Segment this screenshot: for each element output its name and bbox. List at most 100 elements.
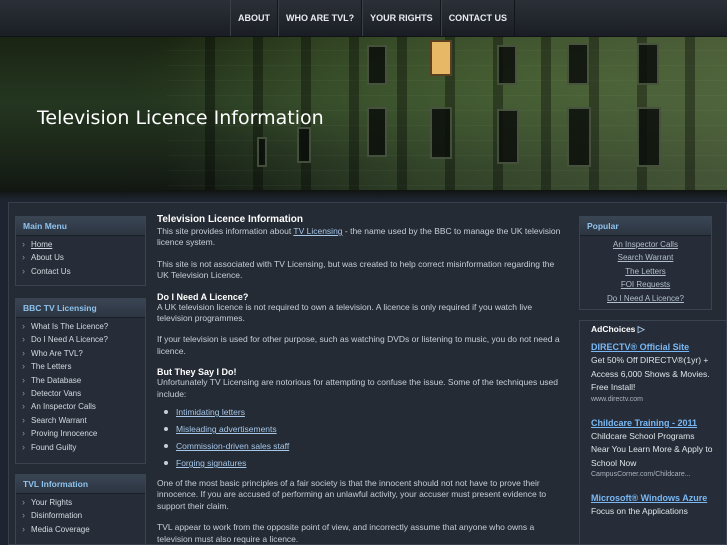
technique-link[interactable]: Misleading advertisements [176,424,277,434]
technique-item[interactable]: Misleading advertisements [163,421,567,438]
adchoices-icon[interactable]: ▷ [638,324,645,335]
bbc-tv-licensing-list: What Is The Licence? Do I Need A Licence… [16,318,145,456]
menu-item-detector-vans[interactable]: Detector Vans [16,388,145,402]
menu-item-media-coverage[interactable]: Media Coverage [16,524,145,538]
window [430,107,452,159]
menu-link[interactable]: Proving Innocence [31,429,97,438]
menu-item-who-are-tvl[interactable]: Who Are TVL? [16,348,145,362]
menu-link[interactable]: Who Are TVL? [31,349,83,358]
ad-title[interactable]: Microsoft® Windows Azure [591,493,715,503]
popular-link[interactable]: FOI Requests [621,280,670,289]
menu-link[interactable]: Found Guilty [31,443,76,452]
popular-list: An Inspector Calls Search Warrant The Le… [580,236,711,307]
menu-link-contact-us[interactable]: Contact Us [31,267,71,276]
ad-url[interactable]: www.directv.com [591,395,715,405]
popular-link[interactable]: The Letters [625,267,665,276]
need-licence-paragraph: A UK television licence is not required … [157,301,533,324]
menu-link-about-us[interactable]: About Us [31,253,64,262]
popular-link[interactable]: Search Warrant [618,253,674,262]
nav-link-who-are-tvl[interactable]: WHO ARE TVL? [286,13,354,23]
popular-item[interactable]: An Inspector Calls [580,240,711,253]
menu-item-what-is-the-licence[interactable]: What Is The Licence? [16,321,145,335]
popular-item[interactable]: FOI Requests [580,280,711,293]
technique-link[interactable]: Commission-driven sales staff [176,441,289,451]
menu-item-the-database[interactable]: The Database [16,375,145,389]
ad-item[interactable]: Childcare Training - 2011 Childcare Scho… [591,418,715,481]
menu-link[interactable]: Search Warrant [31,416,87,425]
menu-item-an-inspector-calls[interactable]: An Inspector Calls [16,401,145,415]
ad-body[interactable]: Focus on the Applications [591,505,715,519]
technique-item[interactable]: Forging signatures [163,455,567,472]
window [567,107,591,167]
menu-item-proving-innocence[interactable]: Proving Innocence [16,428,145,442]
tvl-view-paragraph: TVL appear to work from the opposite poi… [157,522,535,544]
window [637,43,659,85]
window [257,137,267,167]
adchoices-label[interactable]: AdChoices ▷ [591,324,715,335]
popular-link[interactable]: An Inspector Calls [613,240,678,249]
main-menu-list: Home About Us Contact Us [16,236,145,280]
bbc-tv-licensing-box: BBC TV Licensing What Is The Licence? Do… [15,298,146,464]
ad-title[interactable]: DIRECTV® Official Site [591,342,715,352]
menu-item-about-us[interactable]: About Us [16,252,145,266]
technique-link[interactable]: Forging signatures [176,458,246,468]
intro-text-before: This site provides information about [157,226,294,236]
menu-link-home[interactable]: Home [31,240,52,249]
menu-item-search-warrant[interactable]: Search Warrant [16,415,145,429]
menu-link[interactable]: The Database [31,376,81,385]
technique-item[interactable]: Commission-driven sales staff [163,438,567,455]
menu-link[interactable]: Do I Need A Licence? [31,335,108,344]
nav-item-contact-us[interactable]: CONTACT US [440,0,516,36]
nav-item-about[interactable]: ABOUT [230,0,278,36]
technique-item[interactable]: Intimidating letters [163,404,567,421]
ad-item[interactable]: DIRECTV® Official Site Get 50% Off DIREC… [591,342,715,405]
popular-link[interactable]: Do I Need A Licence? [607,294,684,303]
nav-link-contact-us[interactable]: CONTACT US [449,13,507,23]
banner-fade [0,190,727,200]
menu-link[interactable]: Disinformation [31,511,82,520]
menu-link[interactable]: The Letters [31,362,71,371]
window [497,45,517,85]
menu-link[interactable]: Media Coverage [31,525,90,534]
popular-item[interactable]: Search Warrant [580,253,711,266]
window [367,107,387,157]
menu-link[interactable]: Detector Vans [31,389,81,398]
menu-item-home[interactable]: Home [16,239,145,253]
nav-item-your-rights[interactable]: YOUR RIGHTS [362,0,441,36]
ad-body[interactable]: Get 50% Off DIRECTV®(1yr) + Access 6,000… [591,354,715,395]
popular-item[interactable]: The Letters [580,267,711,280]
menu-item-found-guilty[interactable]: Found Guilty [16,441,145,456]
main-menu-box: Main Menu Home About Us Contact Us [15,216,146,286]
ad-title[interactable]: Childcare Training - 2011 [591,418,715,428]
intro-paragraph: This site provides information about TV … [157,226,567,249]
ad-url[interactable]: CampusCorner.com/Childcare... [591,470,715,480]
header-banner: Television Licence Information [0,37,727,200]
ad-body[interactable]: Childcare School Programs Near You Learn… [591,430,715,471]
menu-link[interactable]: Your Rights [31,498,72,507]
adchoices-text[interactable]: AdChoices [591,324,635,334]
disclaimer-paragraph: This site is not associated with TV Lice… [157,258,555,281]
tv-licensing-link[interactable]: TV Licensing [293,226,342,236]
menu-link[interactable]: What Is The Licence? [31,322,108,331]
content-title: Television Licence Information [157,214,303,225]
menu-item-the-letters[interactable]: The Letters [16,361,145,375]
popular-item[interactable]: Do I Need A Licence? [580,294,711,307]
window [497,109,519,164]
window [567,43,589,85]
ad-item[interactable]: Microsoft® Windows Azure Focus on the Ap… [591,493,715,519]
other-use-paragraph: If your television is used for other pur… [157,334,560,356]
technique-link[interactable]: Intimidating letters [176,407,245,417]
nav-link-your-rights[interactable]: YOUR RIGHTS [370,13,433,23]
menu-item-disinformation[interactable]: Disinformation [16,510,145,524]
menu-link[interactable]: An Inspector Calls [31,402,96,411]
popular-box: Popular An Inspector Calls Search Warran… [579,216,712,310]
nav-link-about[interactable]: ABOUT [238,13,270,23]
menu-item-your-rights[interactable]: Your Rights [16,497,145,511]
menu-item-do-i-need-a-licence[interactable]: Do I Need A Licence? [16,334,145,348]
window [297,127,311,163]
tvl-information-list: Your Rights Disinformation Media Coverag… [16,494,145,538]
nav-item-who-are-tvl[interactable]: WHO ARE TVL? [278,0,363,36]
site-title: Television Licence Information [37,107,324,129]
techniques-list: Intimidating letters Misleading advertis… [157,404,567,472]
menu-item-contact-us[interactable]: Contact Us [16,266,145,280]
